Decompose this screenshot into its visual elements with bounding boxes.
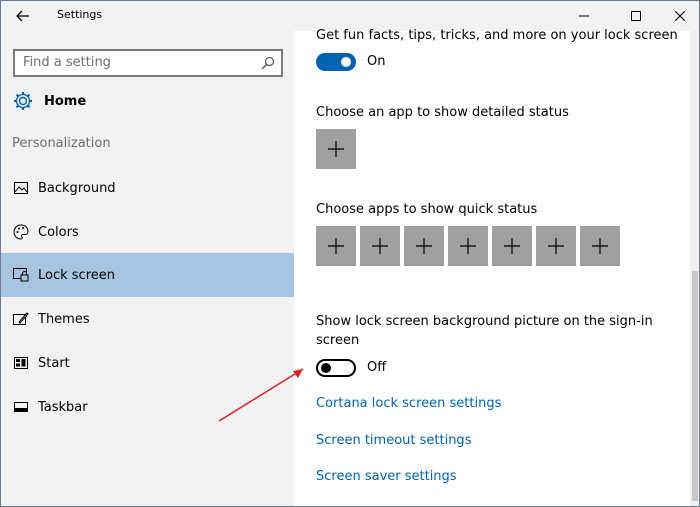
- lock-screen-icon: [12, 267, 30, 283]
- annotation-arrow-icon: [218, 368, 304, 422]
- fun-facts-state: On: [367, 54, 386, 69]
- screen-saver-link[interactable]: Screen saver settings: [316, 469, 457, 484]
- close-icon: [675, 11, 685, 21]
- detailed-status-label: Choose an app to show detailed status: [316, 105, 569, 120]
- home-link[interactable]: Home: [12, 89, 86, 113]
- detailed-status-add-button[interactable]: [316, 129, 356, 169]
- toggle-knob: [341, 57, 351, 67]
- quick-status-add-button[interactable]: [404, 226, 444, 266]
- sidebar: Find a setting Home Personalization Back…: [1, 31, 294, 506]
- back-arrow-icon: [16, 10, 29, 22]
- content-scrollbar[interactable]: [690, 31, 699, 506]
- fun-facts-toggle[interactable]: [316, 53, 356, 71]
- plus-icon: [460, 238, 476, 254]
- search-icon[interactable]: [261, 56, 275, 70]
- sidebar-item-label: Background: [38, 180, 116, 196]
- sidebar-item-colors[interactable]: Colors: [1, 210, 294, 254]
- taskbar-icon: [12, 399, 30, 415]
- screen-timeout-link[interactable]: Screen timeout settings: [316, 433, 471, 448]
- plus-icon: [592, 238, 608, 254]
- themes-icon: [12, 311, 30, 327]
- toggle-knob: [321, 363, 331, 373]
- sidebar-item-label: Lock screen: [38, 267, 115, 283]
- palette-icon: [12, 224, 30, 240]
- settings-window: Settings Find a setting Home Personaliza…: [0, 0, 700, 507]
- plus-icon: [416, 238, 432, 254]
- quick-status-add-button[interactable]: [316, 226, 356, 266]
- minimize-button[interactable]: [561, 1, 607, 31]
- quick-status-add-button[interactable]: [360, 226, 400, 266]
- gear-icon: [14, 92, 32, 110]
- title-bar: Settings: [1, 1, 699, 31]
- sidebar-item-themes[interactable]: Themes: [1, 297, 294, 341]
- scrollbar-thumb[interactable]: [692, 271, 698, 501]
- signin-picture-toggle[interactable]: [316, 359, 356, 377]
- section-label: Personalization: [12, 136, 111, 151]
- quick-status-add-button[interactable]: [536, 226, 576, 266]
- search-input[interactable]: Find a setting: [13, 49, 283, 77]
- home-label: Home: [44, 93, 87, 109]
- cortana-lock-screen-link[interactable]: Cortana lock screen settings: [316, 396, 501, 411]
- sidebar-item-label: Start: [38, 355, 70, 371]
- fun-facts-label: Get fun facts, tips, tricks, and more on…: [316, 28, 678, 43]
- sidebar-item-background[interactable]: Background: [1, 166, 294, 210]
- plus-icon: [328, 238, 344, 254]
- sidebar-item-label: Colors: [38, 224, 79, 240]
- back-button[interactable]: [5, 1, 41, 31]
- signin-picture-label: Show lock screen background picture on t…: [316, 314, 653, 329]
- minimize-icon: [579, 15, 589, 17]
- close-button[interactable]: [657, 1, 699, 31]
- sidebar-item-lock-screen[interactable]: Lock screen: [1, 253, 294, 297]
- start-icon: [12, 355, 30, 371]
- window-title: Settings: [57, 8, 103, 21]
- quick-status-add-button[interactable]: [492, 226, 532, 266]
- lock-screen-settings: Get fun facts, tips, tricks, and more on…: [294, 28, 690, 506]
- maximize-icon: [631, 11, 641, 21]
- search-placeholder: Find a setting: [23, 55, 111, 70]
- quick-status-label: Choose apps to show quick status: [316, 202, 538, 217]
- signin-picture-state: Off: [367, 360, 387, 375]
- signin-picture-label-cont: screen: [316, 333, 360, 348]
- plus-icon: [504, 238, 520, 254]
- maximize-button[interactable]: [613, 1, 659, 31]
- quick-status-add-button[interactable]: [580, 226, 620, 266]
- sidebar-item-label: Themes: [38, 311, 90, 327]
- quick-status-add-button[interactable]: [448, 226, 488, 266]
- plus-icon: [328, 141, 344, 157]
- plus-icon: [548, 238, 564, 254]
- image-icon: [12, 180, 30, 196]
- sidebar-item-label: Taskbar: [38, 399, 88, 415]
- plus-icon: [372, 238, 388, 254]
